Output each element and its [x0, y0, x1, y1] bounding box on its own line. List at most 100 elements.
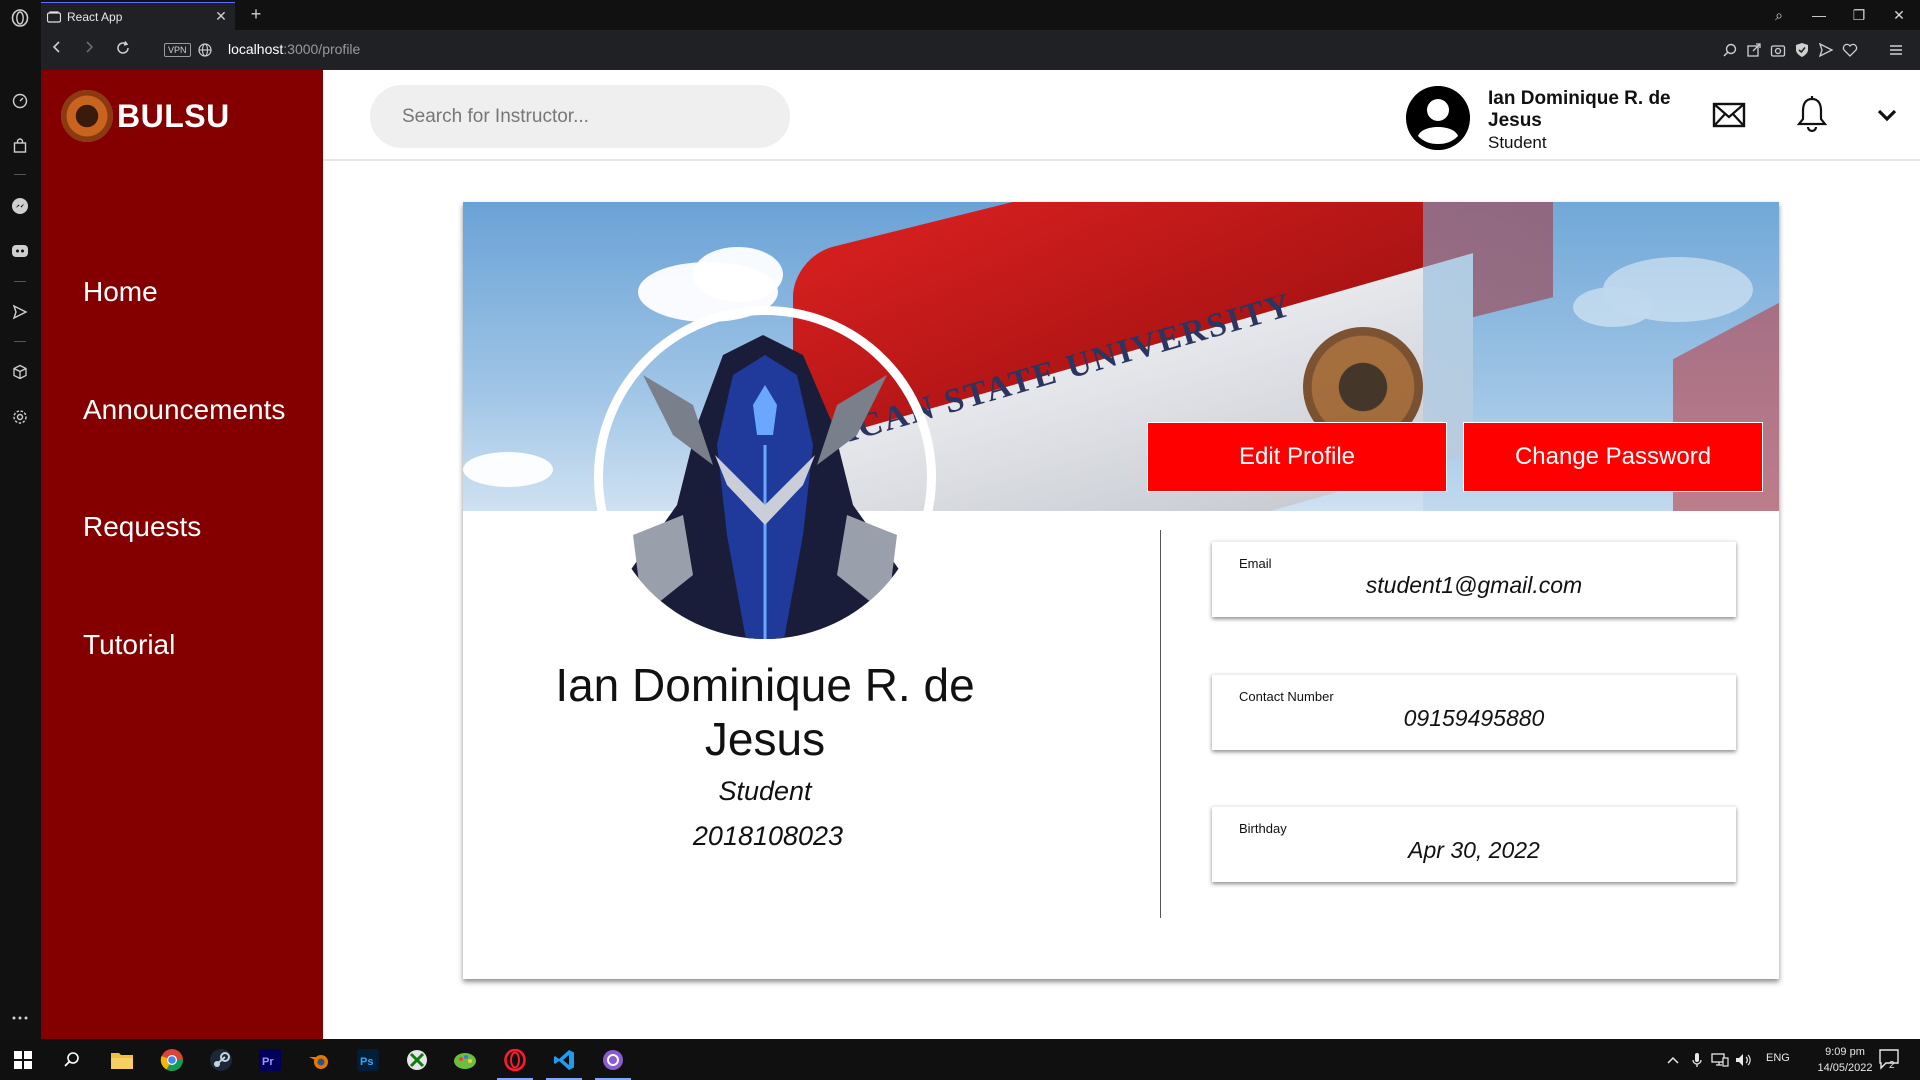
close-window-button[interactable]: ✕ — [1887, 4, 1911, 26]
sidebar-item-home[interactable]: Home — [83, 276, 158, 308]
xbox-icon[interactable] — [404, 1047, 430, 1073]
microphone-icon[interactable] — [1688, 1047, 1706, 1073]
chrome-icon[interactable] — [159, 1047, 185, 1073]
vpn-badge[interactable]: VPN — [164, 43, 191, 57]
cloud — [693, 247, 783, 302]
tray-chevron-up-icon[interactable] — [1664, 1047, 1682, 1073]
svg-text:Ps: Ps — [360, 1056, 373, 1068]
site-info-globe-icon[interactable] — [196, 41, 214, 59]
profile-student-id: 2018108023 — [692, 821, 844, 851]
cube-icon[interactable] — [10, 362, 30, 382]
input-language[interactable]: ENG — [1766, 1052, 1790, 1064]
mail-icon[interactable] — [1712, 100, 1746, 130]
restore-button[interactable]: ❐ — [1847, 4, 1871, 26]
instructor-search-input[interactable] — [370, 85, 790, 148]
more-options-icon[interactable] — [10, 1008, 30, 1028]
tab-close-icon[interactable]: ✕ — [213, 8, 229, 24]
page-search-icon[interactable] — [1721, 41, 1739, 59]
discord-icon[interactable] — [10, 241, 30, 261]
user-avatar-icon[interactable] — [1406, 86, 1470, 150]
send-to-icon[interactable] — [1817, 41, 1835, 59]
network-icon[interactable] — [1710, 1047, 1730, 1073]
change-password-button[interactable]: Change Password — [1463, 422, 1763, 492]
birthday-value: Apr 30, 2022 — [1408, 837, 1540, 863]
svg-text:Pr: Pr — [262, 1056, 274, 1068]
favorites-heart-icon[interactable] — [1841, 41, 1859, 59]
favicon-icon — [47, 10, 61, 23]
email-value: student1@gmail.com — [1365, 572, 1583, 598]
taskbar-search-icon[interactable] — [59, 1047, 85, 1073]
settings-gear-icon[interactable] — [10, 407, 30, 427]
steam-icon[interactable] — [208, 1047, 234, 1073]
notification-count: 2 — [1889, 1060, 1895, 1070]
windows-start-icon[interactable] — [10, 1047, 36, 1073]
paint-brush-icon[interactable] — [452, 1047, 478, 1073]
minimize-button[interactable]: — — [1807, 4, 1831, 26]
app-header: Ian Dominique R. de Jesus Student — [323, 70, 1920, 161]
speed-dial-icon[interactable] — [10, 91, 30, 111]
sidebar-item-announcements[interactable]: Announcements — [83, 394, 285, 426]
tab-bar: React App ✕ + ⌕ — ❐ ✕ — [41, 0, 1920, 30]
messenger-icon[interactable] — [10, 196, 30, 216]
brand-name: BULSU — [117, 97, 230, 134]
contact-label: Contact Number — [1239, 689, 1334, 704]
back-icon[interactable] — [47, 40, 67, 60]
sidebar-item-tutorial[interactable]: Tutorial — [83, 629, 175, 661]
url-field[interactable]: localhost:3000/profile — [228, 41, 360, 57]
sidebar-divider — [14, 174, 26, 175]
sidebar-item-requests[interactable]: Requests — [83, 511, 201, 543]
url-path: :3000/profile — [283, 41, 361, 57]
address-bar: VPN localhost:3000/profile — [41, 30, 1920, 70]
photoshop-icon[interactable]: Ps — [355, 1047, 381, 1073]
account-menu-chevron-down-icon[interactable] — [1875, 103, 1899, 127]
profile-avatar[interactable] — [594, 306, 936, 648]
tab-react-app[interactable]: React App ✕ — [41, 2, 235, 30]
profile-card: ACAN STATE UNIVERSITY Edit Profile Chang… — [463, 202, 1779, 979]
new-tab-button[interactable]: + — [245, 3, 267, 25]
file-explorer-icon[interactable] — [109, 1047, 135, 1073]
send-icon[interactable] — [10, 302, 30, 322]
blender-icon[interactable] — [306, 1047, 332, 1073]
contact-info-box: Contact Number 09159495880 — [1212, 674, 1736, 750]
clock-date: 14/05/2022 — [1817, 1062, 1873, 1074]
premiere-pro-icon[interactable]: Pr — [257, 1047, 283, 1073]
profile-name: Ian Dominique R. de Jesus — [555, 659, 975, 765]
email-label: Email — [1239, 556, 1272, 571]
share-icon[interactable] — [1745, 41, 1763, 59]
header-user-name: Ian Dominique R. de Jesus — [1488, 88, 1671, 131]
forward-icon[interactable] — [79, 40, 99, 60]
brand-logo[interactable]: BULSU — [61, 90, 230, 142]
adblock-shield-icon[interactable] — [1793, 41, 1811, 59]
github-desktop-icon[interactable] — [600, 1047, 626, 1073]
volume-icon[interactable] — [1734, 1047, 1754, 1073]
tab-title: React App — [67, 9, 123, 24]
url-host: localhost — [228, 41, 284, 57]
cloud — [463, 452, 553, 487]
taskbar-opera-icon[interactable] — [502, 1047, 528, 1073]
bulsu-seal-logo — [61, 90, 113, 142]
birthday-label: Birthday — [1239, 821, 1287, 836]
snapshot-camera-icon[interactable] — [1769, 41, 1787, 59]
notification-bell-icon[interactable] — [1796, 95, 1828, 133]
opera-sidebar — [0, 0, 41, 1039]
clock-time: 9:09 pm — [1825, 1046, 1865, 1058]
clock[interactable]: 9:09 pm 14/05/2022 — [1810, 1044, 1880, 1076]
edit-profile-button[interactable]: Edit Profile — [1147, 422, 1447, 492]
sidebar-divider — [14, 341, 26, 342]
contact-value: 09159495880 — [1403, 705, 1545, 731]
email-info-box: Email student1@gmail.com — [1212, 541, 1736, 617]
reload-icon[interactable] — [113, 40, 133, 60]
easy-setup-menu-icon[interactable] — [1887, 41, 1905, 59]
windows-taskbar: Pr Ps ENG 9:09 pm 14/05/2022 2 — [0, 1039, 1920, 1080]
shopping-bag-icon[interactable] — [10, 136, 30, 156]
app-sidebar: BULSU Home Announcements Requests Tutori… — [41, 70, 323, 1039]
profile-role: Student — [718, 776, 812, 806]
sidebar-divider — [14, 281, 26, 282]
action-center-icon[interactable]: 2 — [1878, 1048, 1900, 1071]
birthday-info-box: Birthday Apr 30, 2022 — [1212, 806, 1736, 882]
vertical-divider — [1160, 530, 1161, 918]
vscode-icon[interactable] — [551, 1047, 577, 1073]
opera-logo-icon[interactable] — [10, 8, 30, 28]
header-user-role: Student — [1488, 133, 1547, 152]
tab-search-icon[interactable]: ⌕ — [1767, 4, 1791, 26]
